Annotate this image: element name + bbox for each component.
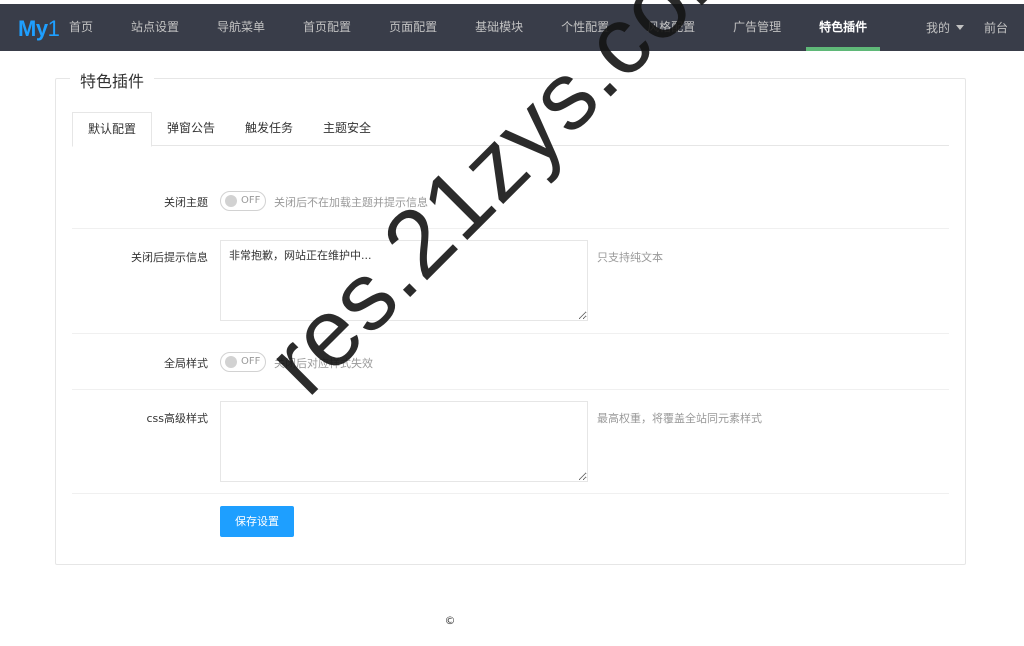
tab-theme-security[interactable]: 主题安全: [308, 112, 386, 146]
row-divider: [72, 228, 949, 229]
save-settings-button[interactable]: 保存设置: [220, 506, 294, 537]
close-theme-help: 关闭后不在加载主题并提示信息: [274, 196, 428, 209]
panel-title: 特色插件: [70, 68, 155, 92]
site-logo[interactable]: My1: [18, 16, 60, 42]
nav-item-ad-management[interactable]: 广告管理: [720, 4, 794, 51]
nav-item-basic-modules[interactable]: 基础模块: [462, 4, 536, 51]
nav-item-home-config[interactable]: 首页配置: [290, 4, 364, 51]
css-advanced-help: 最高权重，将覆盖全站同元素样式: [597, 412, 762, 425]
frontend-link[interactable]: 前台: [984, 19, 1008, 36]
nav-item-site-settings[interactable]: 站点设置: [118, 4, 192, 51]
global-style-label: 全局样式: [164, 357, 208, 370]
close-message-textarea[interactable]: 非常抱歉，网站正在维护中...: [220, 240, 588, 321]
row-divider: [72, 389, 949, 390]
tab-trigger-task[interactable]: 触发任务: [230, 112, 308, 146]
nav-item-page-config[interactable]: 页面配置: [376, 4, 450, 51]
row-divider: [72, 493, 949, 494]
user-menu[interactable]: 我的: [926, 19, 964, 36]
tab-bar: 默认配置 弹窗公告 触发任务 主题安全: [72, 112, 949, 147]
close-theme-label: 关闭主题: [164, 196, 208, 209]
global-style-help: 关闭后对应样式失效: [274, 357, 373, 370]
css-advanced-textarea[interactable]: [220, 401, 588, 482]
nav-item-personal-config[interactable]: 个性配置: [548, 4, 622, 51]
main-nav: 首页 站点设置 导航菜单 首页配置 页面配置 基础模块 个性配置 风格配置 广告…: [56, 4, 892, 51]
user-menu-label: 我的: [925, 21, 950, 35]
nav-item-nav-menu[interactable]: 导航菜单: [204, 4, 278, 51]
switch-state-text: OFF: [241, 195, 261, 206]
close-message-label: 关闭后提示信息: [131, 251, 208, 264]
chevron-down-icon: [955, 25, 964, 30]
row-divider: [72, 333, 949, 334]
tab-popup-notice[interactable]: 弹窗公告: [152, 112, 230, 146]
nav-item-featured-plugins[interactable]: 特色插件: [806, 4, 881, 51]
close-theme-switch[interactable]: OFF: [220, 191, 266, 211]
nav-item-home[interactable]: 首页: [56, 4, 106, 51]
css-advanced-label: css高级样式: [146, 412, 208, 425]
footer-copyright: ©: [444, 614, 456, 627]
tab-default-config[interactable]: 默认配置: [72, 112, 153, 147]
switch-knob: [225, 356, 237, 368]
switch-state-text: OFF: [241, 356, 261, 367]
logo-text: My: [18, 16, 48, 41]
top-navbar: My1 首页 站点设置 导航菜单 首页配置 页面配置 基础模块 个性配置 风格配…: [0, 4, 1024, 51]
nav-right: 我的 前台: [906, 4, 1008, 51]
global-style-switch[interactable]: OFF: [220, 352, 266, 372]
settings-panel: [55, 78, 966, 565]
close-message-help: 只支持纯文本: [597, 251, 663, 264]
switch-knob: [225, 195, 237, 207]
nav-item-style-config[interactable]: 风格配置: [634, 4, 708, 51]
